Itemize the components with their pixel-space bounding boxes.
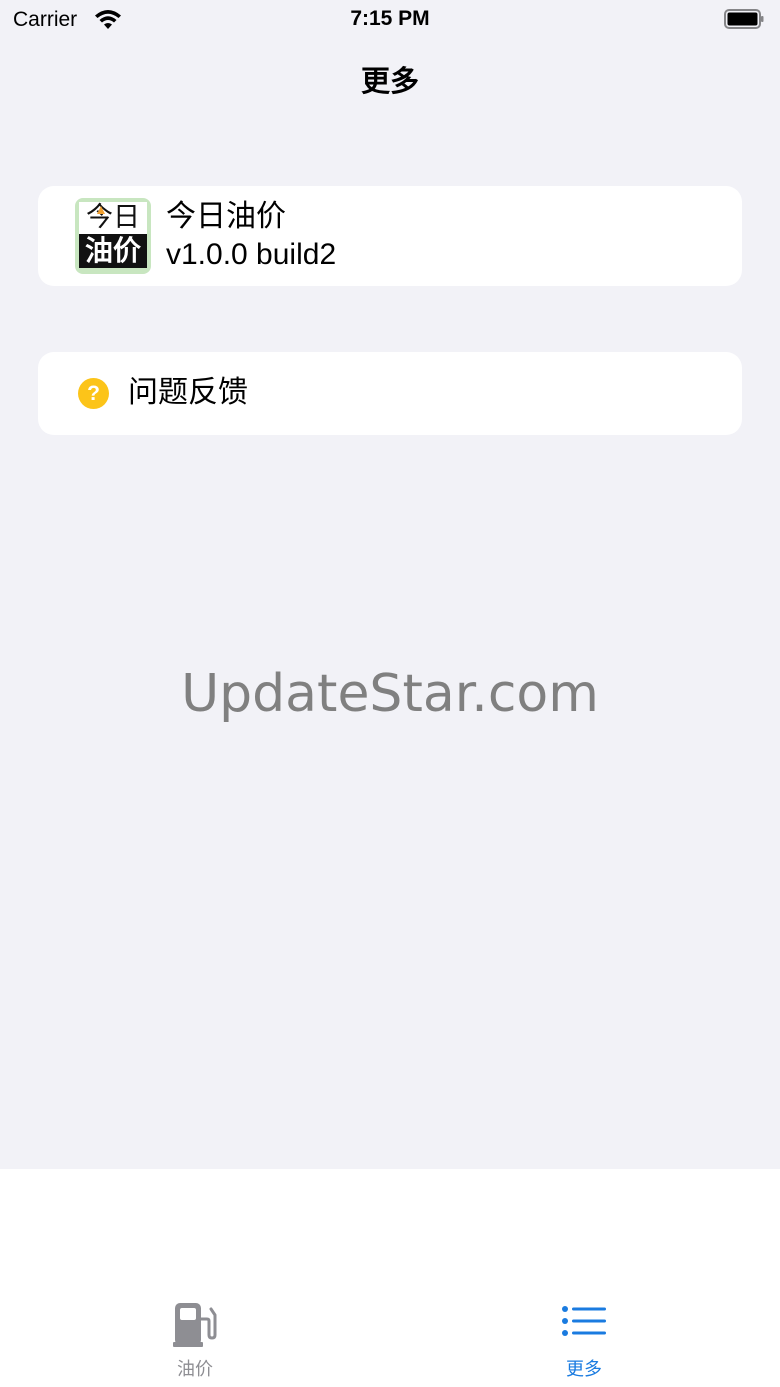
app-icon-accent xyxy=(97,206,105,214)
app-info-card: 今日 油价 今日油价 v1.0.0 build2 xyxy=(38,186,742,286)
watermark: UpdateStar.com xyxy=(181,664,599,724)
tab-more-label: 更多 xyxy=(566,1359,602,1380)
status-bar: Carrier 7:15 PM xyxy=(0,0,780,40)
app-icon-bottom-text: 油价 xyxy=(79,234,147,268)
battery-icon xyxy=(724,9,764,29)
app-version: v1.0.0 build2 xyxy=(166,238,337,271)
feedback-row[interactable]: ? 问题反馈 xyxy=(38,352,742,435)
question-circle-icon: ? xyxy=(78,378,109,409)
tab-more[interactable]: 更多 xyxy=(524,1299,644,1380)
list-icon xyxy=(562,1306,606,1336)
app-icon: 今日 油价 xyxy=(75,198,151,274)
app-icon-top-text: 今日 xyxy=(79,202,147,234)
app-name: 今日油价 xyxy=(166,199,286,234)
feedback-label: 问题反馈 xyxy=(128,375,248,410)
tab-fuel-price[interactable]: 油价 xyxy=(135,1299,255,1380)
tab-fuel-price-label: 油价 xyxy=(177,1359,213,1380)
fuel-pump-icon xyxy=(173,1303,217,1347)
page-title: 更多 xyxy=(360,64,419,98)
tab-bar: 油价 更多 xyxy=(0,1169,780,1387)
clock: 7:15 PM xyxy=(350,7,430,30)
